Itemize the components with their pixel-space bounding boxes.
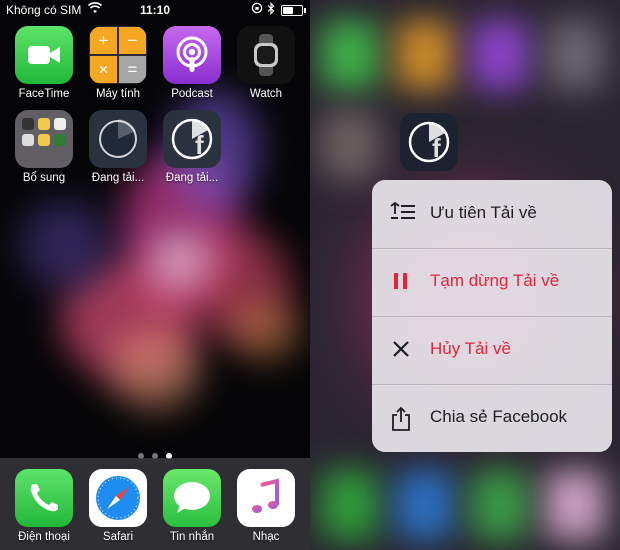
facetime-icon	[15, 26, 73, 84]
phone-icon	[15, 469, 73, 527]
podcast-icon	[163, 26, 221, 84]
app-watch[interactable]: Watch	[231, 26, 301, 100]
dock-safari[interactable]: Safari	[83, 469, 153, 543]
calc-key: +	[90, 27, 117, 54]
menu-item-label: Ưu tiên Tải về	[430, 203, 537, 222]
menu-item-share-facebook[interactable]: Chia sẻ Facebook	[372, 384, 612, 452]
home-screen: Không có SIM 11:10 FaceTime + − × = Máy …	[0, 0, 310, 550]
dock: Điện thoại Safari Tin nhắn Nhạc	[0, 458, 310, 550]
dock-messages[interactable]: Tin nhắn	[157, 469, 227, 543]
app-downloading-2[interactable]: f Đang tải...	[157, 110, 227, 184]
app-podcast[interactable]: Podcast	[157, 26, 227, 100]
app-label: Safari	[102, 531, 134, 543]
quick-actions-screen: f Ưu tiên Tải về Tạm dừng Tải về Hủy Tải…	[310, 0, 620, 550]
app-label: Podcast	[171, 88, 213, 100]
calc-key: =	[119, 56, 146, 83]
menu-item-label: Tạm dừng Tải về	[430, 271, 560, 290]
watch-icon	[237, 26, 295, 84]
svg-text:f: f	[432, 133, 441, 163]
menu-item-cancel-download[interactable]: Hủy Tải về	[372, 316, 612, 385]
app-downloading-1[interactable]: Đang tải...	[83, 110, 153, 184]
bluetooth-icon	[267, 2, 275, 18]
app-label: Bổ sung	[22, 172, 66, 184]
battery-icon	[281, 5, 306, 16]
folder-icon	[15, 110, 73, 168]
calc-key: −	[119, 27, 146, 54]
quick-actions-menu: Ưu tiên Tải về Tạm dừng Tải về Hủy Tải v…	[372, 180, 612, 452]
downloading-app-icon[interactable]: f	[400, 113, 458, 171]
app-label: Đang tải...	[91, 172, 145, 184]
rotation-lock-icon	[251, 2, 263, 17]
dock-music[interactable]: Nhạc	[231, 469, 301, 543]
svg-text:f: f	[195, 130, 204, 160]
menu-item-prioritize-download[interactable]: Ưu tiên Tải về	[372, 180, 612, 249]
downloading-app-icon: f	[163, 110, 221, 168]
messages-icon	[163, 469, 221, 527]
app-folder-extras[interactable]: Bổ sung	[9, 110, 79, 184]
app-label: Watch	[249, 88, 283, 100]
downloading-app-icon	[89, 110, 147, 168]
dock-phone[interactable]: Điện thoại	[9, 469, 79, 543]
safari-icon	[89, 469, 147, 527]
app-label: Máy tính	[95, 88, 141, 100]
music-icon	[237, 469, 295, 527]
close-icon	[390, 338, 412, 360]
app-label: Tin nhắn	[169, 531, 215, 543]
priority-list-icon	[390, 201, 415, 224]
calc-key: ×	[90, 56, 117, 83]
calculator-icon: + − × =	[89, 26, 147, 84]
app-calculator[interactable]: + − × = Máy tính	[83, 26, 153, 100]
menu-item-label: Chia sẻ Facebook	[430, 407, 568, 426]
app-label: Đang tải...	[165, 172, 219, 184]
menu-item-pause-download[interactable]: Tạm dừng Tải về	[372, 248, 612, 317]
pause-icon	[390, 270, 412, 292]
app-facetime[interactable]: FaceTime	[9, 26, 79, 100]
app-label: Điện thoại	[18, 531, 70, 543]
clock: 11:10	[139, 3, 171, 17]
app-label: Nhạc	[252, 531, 280, 543]
share-icon	[390, 406, 412, 431]
app-label: FaceTime	[18, 88, 70, 100]
menu-item-label: Hủy Tải về	[430, 339, 511, 358]
status-bar: Không có SIM 11:10	[0, 0, 310, 20]
